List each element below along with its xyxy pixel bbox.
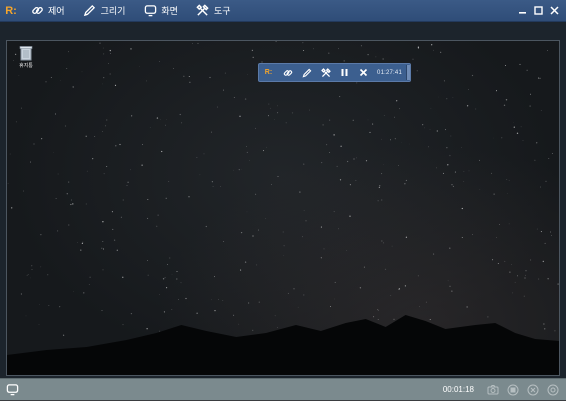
app-logo: R: <box>5 4 17 17</box>
float-pause-button[interactable] <box>335 64 354 81</box>
close-icon <box>549 6 559 15</box>
main-menu: 제어 그리기 화면 도구 <box>22 0 241 22</box>
menu-draw[interactable]: 그리기 <box>75 4 136 18</box>
title-bar: R: 제어 그리기 화면 도구 <box>0 0 566 22</box>
float-draw-button[interactable] <box>297 64 316 81</box>
maximize-button[interactable] <box>532 5 544 17</box>
minimize-button[interactable] <box>516 5 528 17</box>
mountain-silhouette <box>7 315 559 375</box>
maximize-icon <box>533 6 543 15</box>
recycle-bin-shortcut[interactable]: 휴지통 <box>13 45 39 69</box>
menu-screen[interactable]: 화면 <box>135 4 188 18</box>
pen-icon <box>83 4 97 18</box>
float-tools-button[interactable] <box>316 64 335 81</box>
menu-control-label: 제어 <box>48 6 65 16</box>
floating-toolbar: R: 01:27:41 <box>258 63 411 82</box>
status-actions <box>486 383 566 397</box>
chat-icon <box>6 384 18 396</box>
session-time: 01:27:41 <box>377 69 402 76</box>
elapsed-time: 00:01:18 <box>442 385 474 394</box>
settings-button[interactable] <box>546 383 560 397</box>
cancel-button[interactable] <box>526 383 540 397</box>
floating-logo: R: <box>264 69 273 76</box>
menu-screen-label: 화면 <box>161 6 178 16</box>
capture-button[interactable] <box>486 383 500 397</box>
float-disconnect-button[interactable] <box>354 64 373 81</box>
recycle-bin-icon <box>19 45 33 61</box>
minimize-icon <box>518 12 526 14</box>
status-bar: 00:01:18 <box>0 378 566 400</box>
camera-icon <box>487 384 499 394</box>
monitor-icon <box>143 4 157 18</box>
pause-icon <box>341 69 348 76</box>
gear-icon <box>547 384 559 395</box>
menu-draw-label: 그리기 <box>100 6 126 16</box>
tools-icon <box>196 4 210 18</box>
recycle-bin-label: 휴지통 <box>19 63 33 69</box>
stop-circle-icon <box>507 384 519 395</box>
close-button[interactable] <box>548 5 560 17</box>
remote-viewport: 휴지통 R: 01:27:41 <box>0 22 566 378</box>
link-icon <box>30 4 44 18</box>
menu-tools[interactable]: 도구 <box>188 4 241 18</box>
tools-icon <box>320 67 331 77</box>
window-controls <box>516 5 566 17</box>
menu-control[interactable]: 제어 <box>22 4 75 18</box>
menu-tools-label: 도구 <box>213 6 231 16</box>
float-control-button[interactable] <box>278 64 297 81</box>
pen-icon <box>302 68 311 77</box>
link-icon <box>283 69 292 76</box>
toolbar-drag-handle[interactable] <box>406 65 410 80</box>
close-icon <box>359 68 368 77</box>
record-stop-button[interactable] <box>506 383 520 397</box>
remote-desktop-screen[interactable]: 휴지통 R: 01:27:41 <box>6 40 560 376</box>
chat-button[interactable] <box>0 379 24 401</box>
close-circle-icon <box>527 384 539 395</box>
